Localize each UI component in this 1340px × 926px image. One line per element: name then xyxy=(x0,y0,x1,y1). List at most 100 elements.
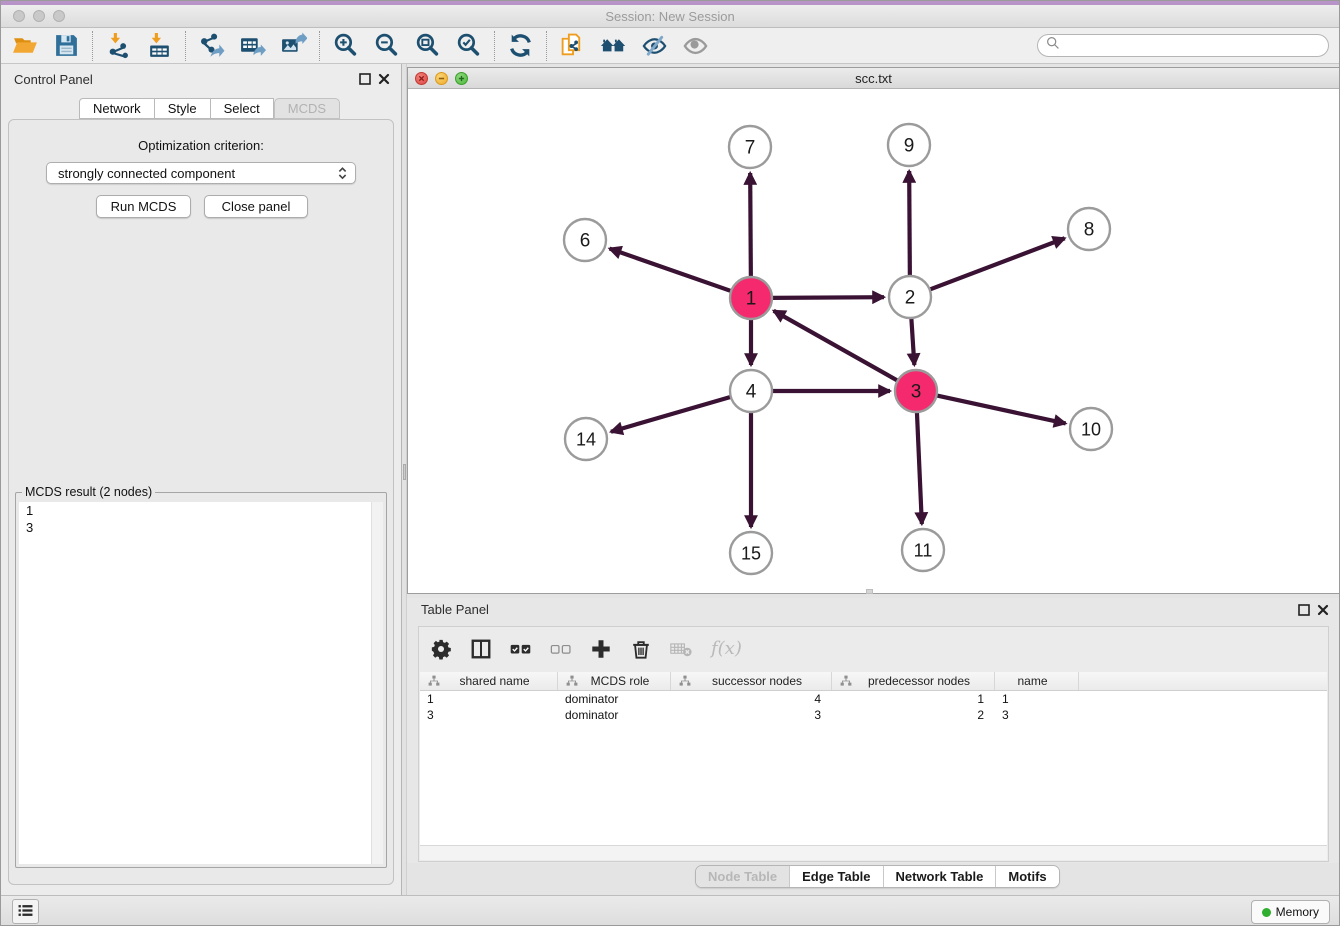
status-bar: Memory xyxy=(1,895,1339,926)
tab-motifs[interactable]: Motifs xyxy=(995,866,1058,887)
node-label-11: 11 xyxy=(914,541,933,561)
float-table-panel-icon[interactable] xyxy=(1298,603,1310,615)
table-cell[interactable]: 4 xyxy=(671,691,832,707)
tab-node-table[interactable]: Node Table xyxy=(696,866,789,887)
save-icon[interactable] xyxy=(52,31,81,60)
export-network-icon[interactable] xyxy=(197,31,226,60)
table-browser-tabs: Node TableEdge TableNetwork TableMotifs xyxy=(695,865,1060,888)
task-history-button[interactable] xyxy=(12,899,39,924)
search-icon xyxy=(1046,36,1060,55)
edge-2-9[interactable] xyxy=(909,171,910,276)
close-table-panel-icon[interactable] xyxy=(1317,603,1329,615)
select-all-columns-icon[interactable] xyxy=(509,637,533,661)
toolbar-group xyxy=(506,31,535,60)
tab-style[interactable]: Style xyxy=(155,98,211,119)
column-header-shared-name[interactable]: shared name xyxy=(420,672,558,690)
toolbar-separator xyxy=(92,31,93,61)
window-resize-grip[interactable] xyxy=(866,589,873,594)
node-table-container: f(x) shared name MCDS role successor nodes… xyxy=(418,626,1329,862)
mcds-result-node: 1 xyxy=(19,502,383,519)
close-panel-icon[interactable] xyxy=(378,72,390,84)
tab-network[interactable]: Network xyxy=(79,98,155,119)
network-view-titlebar[interactable]: scc.txt xyxy=(408,68,1339,89)
table-cell[interactable]: dominator xyxy=(558,707,671,723)
import-network-icon[interactable] xyxy=(104,31,133,60)
edge-3-11[interactable] xyxy=(917,412,922,524)
function-builder-icon: f(x) xyxy=(711,638,742,659)
toolbar-group xyxy=(11,31,81,60)
table-cell[interactable]: 3 xyxy=(420,707,558,723)
export-image-icon[interactable] xyxy=(279,31,308,60)
table-toolbar: f(x) xyxy=(419,627,1328,670)
table-row[interactable]: 1dominator411 xyxy=(420,691,1327,707)
mcds-result-node: 3 xyxy=(19,519,383,536)
control-panel-tabs: NetworkStyleSelectMCDS xyxy=(79,98,340,119)
search-box[interactable] xyxy=(1037,34,1329,57)
table-cell[interactable]: dominator xyxy=(558,691,671,707)
column-header-name[interactable]: name xyxy=(995,672,1079,690)
optimization-criterion-label: Optimization criterion: xyxy=(9,138,393,153)
close-panel-button[interactable]: Close panel xyxy=(204,195,308,218)
memory-button[interactable]: Memory xyxy=(1251,900,1330,924)
divider-grip[interactable] xyxy=(403,464,406,480)
search-input[interactable] xyxy=(1064,38,1320,54)
mcds-panel: Optimization criterion: strongly connect… xyxy=(8,119,394,885)
column-header-label: MCDS role xyxy=(582,674,666,688)
tab-network-table[interactable]: Network Table xyxy=(883,866,996,887)
edge-2-3[interactable] xyxy=(911,318,914,365)
toolbar-group xyxy=(331,31,483,60)
edge-3-1[interactable] xyxy=(774,311,898,381)
houses-icon[interactable] xyxy=(599,31,628,60)
node-label-15: 15 xyxy=(741,544,761,564)
edge-1-7[interactable] xyxy=(750,173,751,277)
zoom-selected-icon[interactable] xyxy=(454,31,483,60)
float-panel-icon[interactable] xyxy=(359,72,371,84)
column-header-successor-nodes[interactable]: successor nodes xyxy=(671,672,832,690)
edge-1-2[interactable] xyxy=(772,297,884,298)
zoom-out-icon[interactable] xyxy=(372,31,401,60)
run-mcds-button[interactable]: Run MCDS xyxy=(96,195,191,218)
table-cell[interactable]: 1 xyxy=(832,691,995,707)
tab-mcds[interactable]: MCDS xyxy=(274,98,340,119)
edge-2-8[interactable] xyxy=(930,238,1065,289)
unselect-all-columns-icon[interactable] xyxy=(549,637,573,661)
table-cell[interactable]: 3 xyxy=(995,707,1079,723)
table-horizontal-scrollbar[interactable] xyxy=(420,845,1327,860)
table-cell[interactable]: 1 xyxy=(420,691,558,707)
mcds-result-list[interactable]: 13 xyxy=(19,502,383,864)
add-column-icon[interactable] xyxy=(589,637,613,661)
criterion-dropdown-value: strongly connected component xyxy=(58,166,235,181)
export-table-icon[interactable] xyxy=(238,31,267,60)
network-canvas[interactable]: 7968124314101511 xyxy=(408,89,1339,593)
tab-select[interactable]: Select xyxy=(211,98,274,119)
import-table-icon[interactable] xyxy=(145,31,174,60)
tab-edge-table[interactable]: Edge Table xyxy=(789,866,882,887)
table-row[interactable]: 3dominator323 xyxy=(420,707,1327,723)
table-cell[interactable]: 3 xyxy=(671,707,832,723)
result-scrollbar[interactable] xyxy=(371,502,383,864)
show-columns-icon[interactable] xyxy=(469,637,493,661)
refresh-icon[interactable] xyxy=(506,31,535,60)
table-cell[interactable]: 1 xyxy=(995,691,1079,707)
edge-3-10[interactable] xyxy=(937,395,1066,423)
clone-network-icon[interactable] xyxy=(558,31,587,60)
eye-icon xyxy=(681,31,710,60)
criterion-dropdown[interactable]: strongly connected component xyxy=(46,162,356,184)
node-table-body: 1dominator4113dominator323 xyxy=(420,691,1327,723)
zoom-fit-icon[interactable] xyxy=(413,31,442,60)
edge-1-6[interactable] xyxy=(610,249,732,291)
table-cell[interactable]: 2 xyxy=(832,707,995,723)
column-header-label: predecessor nodes xyxy=(856,674,990,688)
column-header-MCDS-role[interactable]: MCDS role xyxy=(558,672,671,690)
column-header-predecessor-nodes[interactable]: predecessor nodes xyxy=(832,672,995,690)
mcds-result-title: MCDS result (2 nodes) xyxy=(22,485,155,499)
open-folder-icon[interactable] xyxy=(11,31,40,60)
edge-4-14[interactable] xyxy=(611,397,731,432)
node-table-header-row: shared name MCDS role successor nodes prede… xyxy=(420,672,1327,691)
zoom-in-icon[interactable] xyxy=(331,31,360,60)
eye-slash-icon[interactable] xyxy=(640,31,669,60)
table-settings-gear-icon[interactable] xyxy=(429,637,453,661)
main-toolbar xyxy=(1,28,1339,64)
delete-column-trash-icon[interactable] xyxy=(629,637,653,661)
node-label-4: 4 xyxy=(746,382,757,403)
